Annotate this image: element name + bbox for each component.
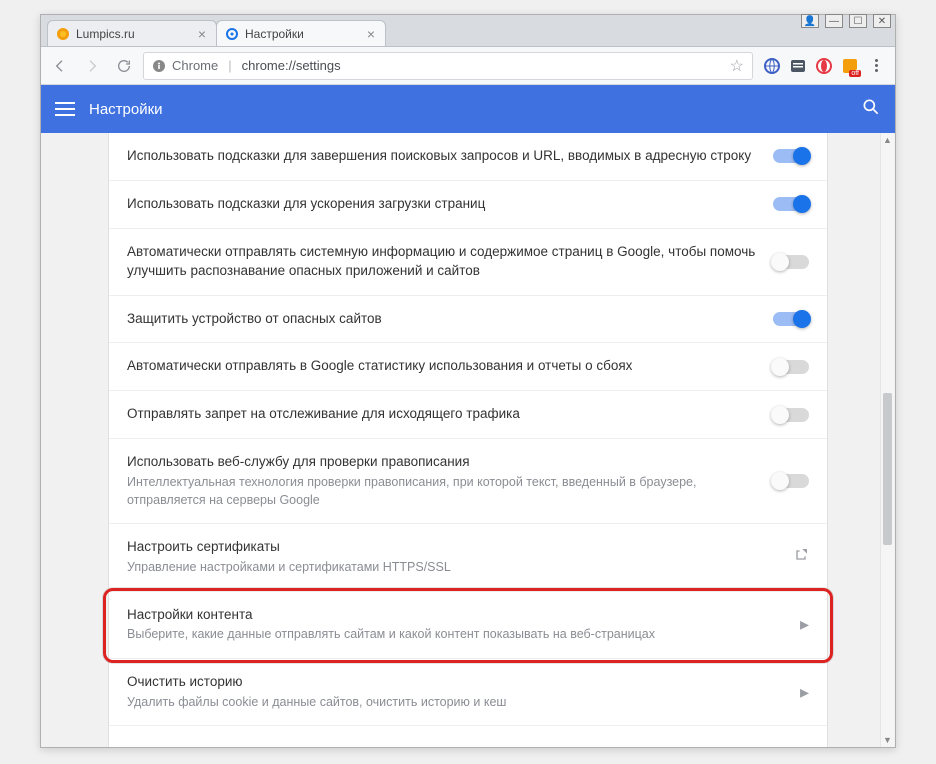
favicon-gear-icon bbox=[225, 27, 239, 41]
extension-globe-icon[interactable] bbox=[763, 57, 781, 75]
nav-forward-button[interactable] bbox=[79, 53, 105, 79]
omnibox-separator: | bbox=[224, 58, 235, 73]
row-title: Использовать подсказки для ускорения заг… bbox=[127, 195, 757, 214]
settings-row[interactable]: Очистить историю Удалить файлы cookie и д… bbox=[109, 659, 827, 726]
settings-row: Автоматически отправлять системную инфор… bbox=[109, 229, 827, 296]
row-title: Автоматически отправлять системную инфор… bbox=[127, 243, 757, 281]
scroll-thumb[interactable] bbox=[883, 393, 892, 545]
settings-search-button[interactable] bbox=[861, 97, 881, 122]
settings-row: Использовать подсказки для ускорения заг… bbox=[109, 181, 827, 229]
settings-title: Настройки bbox=[89, 101, 163, 118]
site-info-icon[interactable] bbox=[152, 59, 166, 73]
toggle-switch[interactable] bbox=[773, 255, 809, 269]
chevron-right-icon: ▸ bbox=[800, 614, 809, 634]
omnibox-scheme: Chrome bbox=[172, 58, 218, 73]
row-title: Использовать веб-службу для проверки пра… bbox=[127, 453, 757, 472]
settings-row[interactable]: Настройки контентаВыберите, какие данные… bbox=[109, 592, 827, 659]
extension-off-badge[interactable]: off bbox=[841, 57, 859, 75]
row-text: Использовать веб-службу для проверки пра… bbox=[127, 453, 757, 509]
tab-strip: Lumpics.ru × Настройки × bbox=[41, 15, 895, 47]
tab-lumpics[interactable]: Lumpics.ru × bbox=[47, 20, 217, 46]
row-title: Отправлять запрет на отслеживание для ис… bbox=[127, 405, 757, 424]
vertical-scrollbar[interactable]: ▲ ▼ bbox=[880, 133, 894, 747]
row-subtitle: Управление настройками и сертификатами H… bbox=[127, 559, 777, 577]
row-title: Настроить сертификаты bbox=[127, 538, 777, 557]
nav-back-button[interactable] bbox=[47, 53, 73, 79]
settings-row: Использовать веб-службу для проверки пра… bbox=[109, 439, 827, 524]
tab-title: Lumpics.ru bbox=[76, 27, 190, 41]
row-text: Использовать подсказки для завершения по… bbox=[127, 147, 757, 166]
settings-row: Использовать подсказки для завершения по… bbox=[109, 133, 827, 181]
scroll-track[interactable] bbox=[881, 147, 894, 733]
settings-row: Отправлять запрет на отслеживание для ис… bbox=[109, 391, 827, 439]
toggle-switch[interactable] bbox=[773, 149, 809, 163]
external-link-icon[interactable] bbox=[793, 550, 809, 567]
tab-close-icon[interactable]: × bbox=[365, 26, 377, 42]
toggle-switch[interactable] bbox=[773, 197, 809, 211]
settings-row: Автоматически отправлять в Google статис… bbox=[109, 343, 827, 391]
scroll-up-arrow[interactable]: ▲ bbox=[881, 133, 894, 147]
window-maximize-button[interactable]: ☐ bbox=[849, 14, 867, 28]
nav-reload-button[interactable] bbox=[111, 53, 137, 79]
row-text: Очистить историю Удалить файлы cookie и д… bbox=[127, 673, 784, 711]
omnibox[interactable]: Chrome | chrome://settings ☆ bbox=[143, 52, 753, 80]
chevron-right-icon: ▸ bbox=[800, 682, 809, 702]
window-minimize-button[interactable]: — bbox=[825, 14, 843, 28]
extension-onetab-icon[interactable] bbox=[789, 57, 807, 75]
omnibox-url: chrome://settings bbox=[242, 58, 341, 73]
window-user-button[interactable]: 👤 bbox=[801, 14, 819, 28]
toggle-switch[interactable] bbox=[773, 360, 809, 374]
row-text: Настройки контентаВыберите, какие данные… bbox=[127, 606, 784, 644]
extension-opera-icon[interactable] bbox=[815, 57, 833, 75]
row-title: Использовать подсказки для завершения по… bbox=[127, 147, 757, 166]
row-title: Очистить историю bbox=[127, 673, 784, 692]
row-subtitle: Интеллектуальная технология проверки пра… bbox=[127, 474, 757, 509]
toggle-switch[interactable] bbox=[773, 312, 809, 326]
menu-hamburger-button[interactable] bbox=[55, 102, 75, 116]
row-text: Отправлять запрет на отслеживание для ис… bbox=[127, 405, 757, 424]
settings-card: Использовать подсказки для завершения по… bbox=[108, 133, 828, 747]
toggle-switch[interactable] bbox=[773, 408, 809, 422]
settings-row: Защитить устройство от опасных сайтов bbox=[109, 296, 827, 344]
settings-row[interactable]: Настроить сертификаты Управление настройк… bbox=[109, 524, 827, 591]
tab-settings[interactable]: Настройки × bbox=[216, 20, 386, 46]
row-text: Настроить сертификаты Управление настройк… bbox=[127, 538, 777, 576]
row-text: Защитить устройство от опасных сайтов bbox=[127, 310, 757, 329]
scroll-down-arrow[interactable]: ▼ bbox=[881, 733, 894, 747]
extensions-row: off bbox=[759, 55, 889, 76]
row-text: Автоматически отправлять в Google статис… bbox=[127, 357, 757, 376]
settings-content: Использовать подсказки для завершения по… bbox=[41, 133, 895, 747]
row-subtitle: Выберите, какие данные отправлять сайтам… bbox=[127, 626, 784, 644]
row-text: Автоматически отправлять системную инфор… bbox=[127, 243, 757, 281]
row-title: Настройки контента bbox=[127, 606, 784, 625]
settings-header: Настройки bbox=[41, 85, 895, 133]
browser-window: 👤 — ☐ ✕ Lumpics.ru × Настройки × bbox=[40, 14, 896, 748]
row-title: Защитить устройство от опасных сайтов bbox=[127, 310, 757, 329]
extension-off-label: off bbox=[849, 70, 861, 77]
tab-close-icon[interactable]: × bbox=[196, 26, 208, 42]
row-title: Автоматически отправлять в Google статис… bbox=[127, 357, 757, 376]
row-subtitle: Удалить файлы cookie и данные сайтов, оч… bbox=[127, 694, 784, 712]
address-bar: Chrome | chrome://settings ☆ off bbox=[41, 47, 895, 85]
toggle-switch[interactable] bbox=[773, 474, 809, 488]
row-text: Использовать подсказки для ускорения заг… bbox=[127, 195, 757, 214]
window-controls: 👤 — ☐ ✕ bbox=[797, 12, 895, 30]
tab-title: Настройки bbox=[245, 27, 359, 41]
window-close-button[interactable]: ✕ bbox=[873, 14, 891, 28]
chrome-menu-button[interactable] bbox=[867, 55, 885, 76]
favicon-orange-icon bbox=[56, 27, 70, 41]
bookmark-star-icon[interactable]: ☆ bbox=[730, 56, 744, 76]
